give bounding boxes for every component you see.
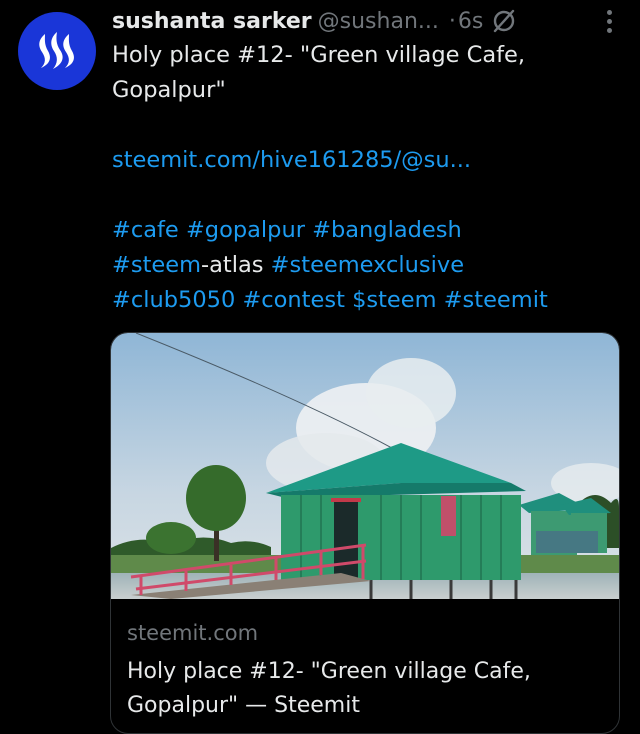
hashtag[interactable]: #steemit	[444, 287, 548, 313]
more-options-icon[interactable]	[607, 10, 612, 33]
author-name[interactable]: sushanta sarker	[112, 9, 312, 34]
post-body: Holy place #12- "Green village Cafe, Gop…	[112, 38, 620, 318]
card-domain: steemit.com	[127, 621, 259, 645]
hashtag[interactable]: #contest	[242, 287, 344, 313]
steem-logo-icon	[39, 32, 74, 69]
cashtag[interactable]: $steem	[352, 287, 436, 313]
hashtag[interactable]: #club5050	[112, 287, 235, 313]
avatar[interactable]	[18, 12, 96, 90]
hashtag-suffix-text: -atlas	[201, 252, 264, 278]
hashtag[interactable]: #steem	[112, 252, 201, 278]
circle-slash-icon	[491, 8, 517, 34]
hashtag-line-3: #club5050 #contest $steem #steemit	[112, 283, 620, 318]
card-title: Holy place #12- "Green village Cafe, Gop…	[127, 659, 531, 718]
hashtag[interactable]: #cafe	[112, 217, 179, 243]
post-link[interactable]: steemit.com/hive161285/@su...	[112, 147, 471, 173]
hashtag[interactable]: #gopalpur	[186, 217, 305, 243]
separator: ·	[448, 8, 456, 34]
hashtag[interactable]: #steemexclusive	[271, 252, 464, 278]
timestamp[interactable]: 6s	[458, 9, 483, 34]
hashtag-line-1: #cafe #gopalpur #bangladesh	[112, 213, 620, 248]
link-preview-card[interactable]: steemit.com Holy place #12- "Green villa…	[110, 332, 620, 734]
post-header: sushanta sarker @sushan... · 6s	[112, 4, 616, 38]
author-handle[interactable]: @sushan...	[318, 9, 439, 34]
post-text: Holy place #12- "Green village Cafe, Gop…	[112, 42, 526, 103]
hashtag-line-2: #steem-atlas #steemexclusive	[112, 248, 620, 283]
hashtag[interactable]: #bangladesh	[312, 217, 462, 243]
card-image	[111, 333, 619, 599]
